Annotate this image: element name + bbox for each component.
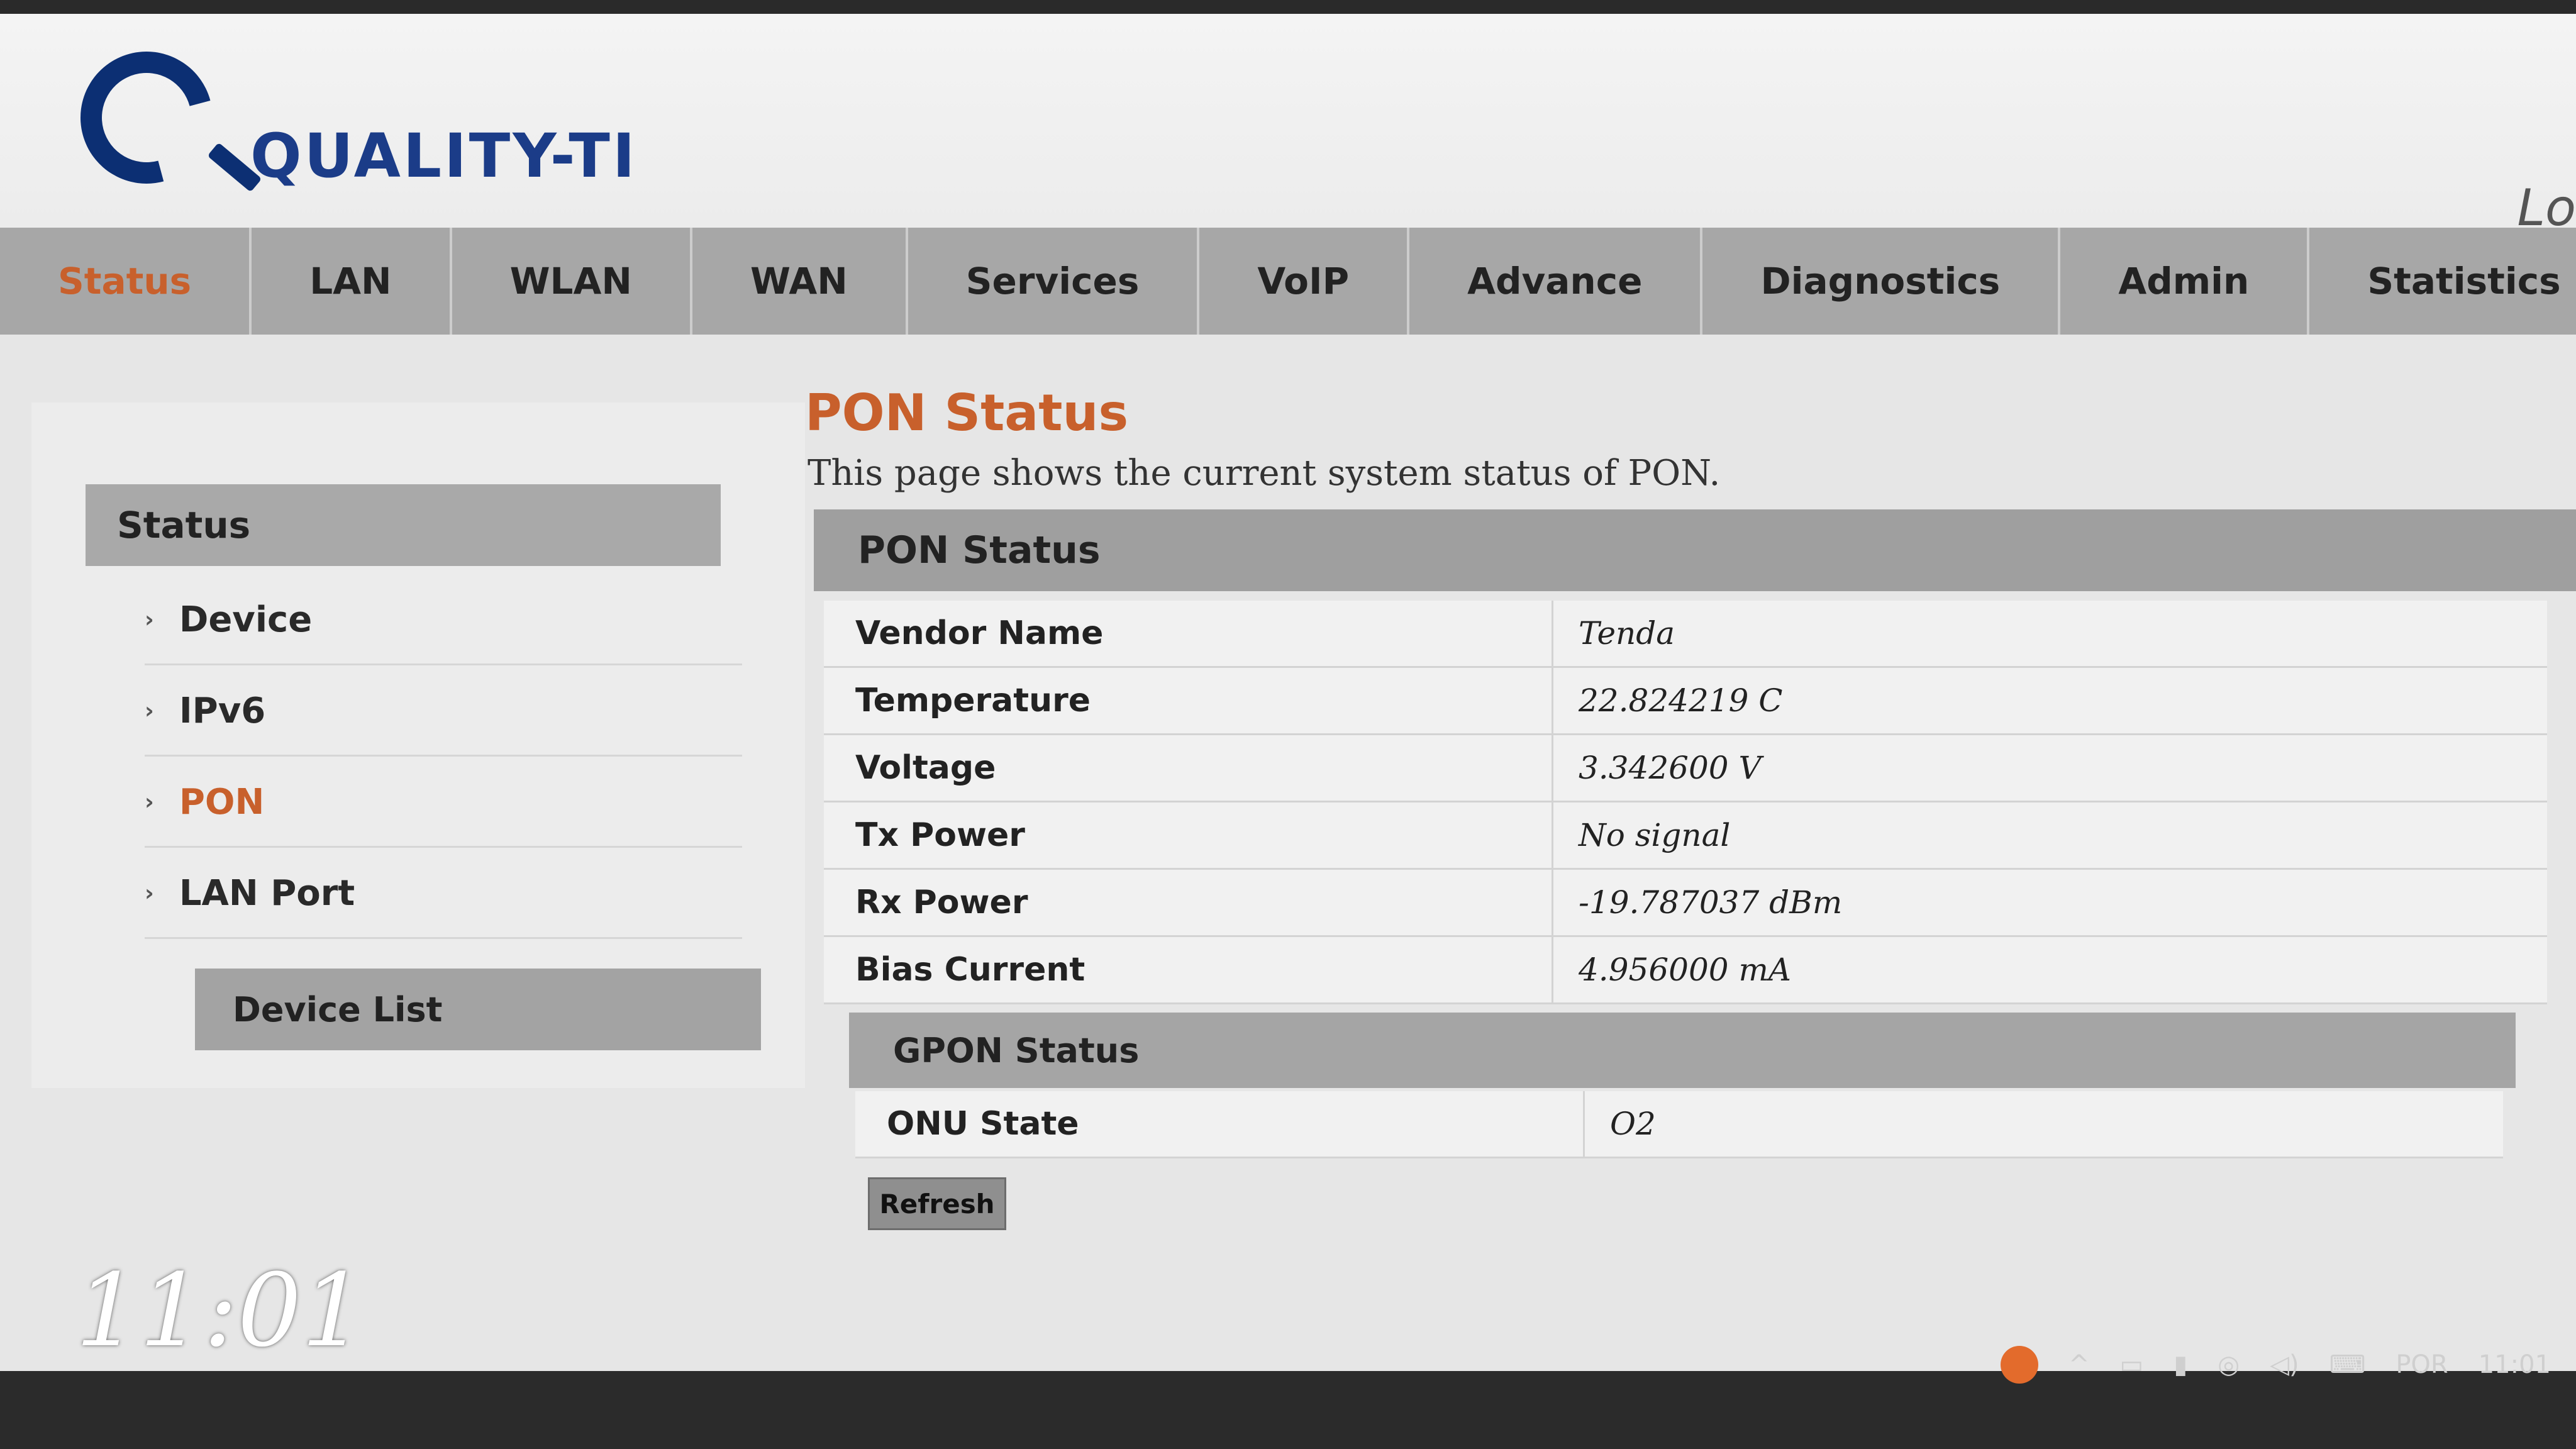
row-value: 3.342600 V — [1579, 750, 1762, 786]
logo-text: QUALITY-TI — [250, 121, 638, 191]
row-label: Bias Current — [824, 937, 1553, 1002]
sidebar-item-label: PON — [179, 781, 265, 823]
volume-icon[interactable]: ◁) — [2270, 1350, 2299, 1379]
page-description: This page shows the current system statu… — [808, 453, 1721, 494]
sidebar-item-label: Device — [179, 599, 313, 640]
main-nav: Status LAN WLAN WAN Services VoIP Advanc… — [0, 228, 2576, 335]
nav-status[interactable]: Status — [0, 228, 252, 335]
table-row: Tx Power No signal — [824, 802, 2547, 870]
sidebar-item-device[interactable]: › Device — [145, 575, 742, 665]
sidebar-item-ipv6[interactable]: › IPv6 — [145, 667, 742, 757]
nav-admin[interactable]: Admin — [2060, 228, 2310, 335]
nav-statistics[interactable]: Statistics — [2309, 228, 2576, 335]
table-row: Vendor Name Tenda — [824, 601, 2547, 668]
row-value: O2 — [1610, 1106, 1656, 1142]
sidebar-item-lan-port[interactable]: › LAN Port — [145, 849, 742, 939]
sidebar-heading[interactable]: Status — [86, 484, 721, 566]
sidebar-item-pon[interactable]: › PON — [145, 758, 742, 848]
pon-status-heading: PON Status — [814, 509, 2576, 591]
row-value: 4.956000 mA — [1579, 952, 1791, 988]
nav-wlan[interactable]: WLAN — [452, 228, 692, 335]
sidebar-device-list[interactable]: Device List — [195, 969, 761, 1050]
row-value: 22.824219 C — [1579, 682, 1783, 719]
row-value: -19.787037 dBm — [1579, 884, 1843, 921]
row-label: Tx Power — [824, 802, 1553, 868]
brand-logo: QUALITY-TI — [56, 27, 697, 215]
sidebar: Status › Device › IPv6 › PON › LAN Port … — [31, 402, 805, 1088]
nav-wan[interactable]: WAN — [692, 228, 908, 335]
keyboard-icon[interactable]: ⌨ — [2329, 1350, 2366, 1379]
nav-services[interactable]: Services — [908, 228, 1200, 335]
row-label: Rx Power — [824, 870, 1553, 935]
nav-advance[interactable]: Advance — [1409, 228, 1703, 335]
nav-lan[interactable]: LAN — [252, 228, 452, 335]
app-icon[interactable] — [2000, 1346, 2038, 1384]
nav-voip[interactable]: VoIP — [1199, 228, 1410, 335]
system-tray: ^ ▭ ▮ ◎ ◁) ⌨ POR 11:01 — [2000, 1346, 2551, 1384]
page-title: PON Status — [805, 384, 1129, 442]
chevron-right-icon: › — [145, 606, 154, 633]
header: QUALITY-TI Lo — [0, 14, 2576, 237]
taskbar-clock[interactable]: 11:01 — [2479, 1350, 2551, 1379]
row-value: Tenda — [1579, 615, 1675, 652]
sidebar-item-label: LAN Port — [179, 872, 355, 914]
row-label: ONU State — [855, 1091, 1585, 1157]
nav-diagnostics[interactable]: Diagnostics — [1702, 228, 2061, 335]
table-row: Temperature 22.824219 C — [824, 668, 2547, 735]
chevron-right-icon: › — [145, 697, 154, 724]
photo-clock-overlay: 11:01 — [75, 1252, 366, 1369]
globe-icon[interactable]: ◎ — [2218, 1350, 2240, 1379]
table-row: ONU State O2 — [855, 1091, 2503, 1158]
logo-ring-icon — [56, 27, 237, 208]
row-value: No signal — [1579, 817, 1731, 853]
network-icon[interactable]: ▭ — [2119, 1350, 2143, 1379]
row-label: Vendor Name — [824, 601, 1553, 666]
chevron-right-icon: › — [145, 880, 154, 906]
chevron-up-icon[interactable]: ^ — [2068, 1350, 2090, 1379]
gpon-status-heading: GPON Status — [849, 1013, 2516, 1088]
sidebar-item-label: IPv6 — [179, 690, 266, 731]
row-label: Temperature — [824, 668, 1553, 733]
screen-edge — [0, 0, 2576, 14]
chevron-right-icon: › — [145, 789, 154, 815]
table-row: Voltage 3.342600 V — [824, 735, 2547, 802]
table-row: Bias Current 4.956000 mA — [824, 937, 2547, 1004]
refresh-button[interactable]: Refresh — [868, 1177, 1006, 1230]
table-row: Rx Power -19.787037 dBm — [824, 870, 2547, 937]
language-indicator[interactable]: POR — [2396, 1350, 2448, 1379]
battery-icon[interactable]: ▮ — [2174, 1350, 2187, 1379]
row-label: Voltage — [824, 735, 1553, 801]
main-content: PON Status This page shows the current s… — [805, 384, 2576, 1296]
